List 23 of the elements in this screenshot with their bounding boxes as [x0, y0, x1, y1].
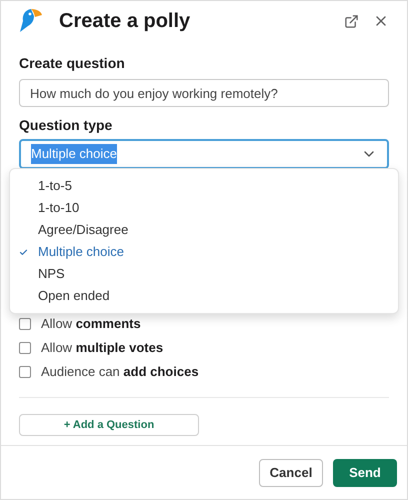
dropdown-option[interactable]: 1-to-5	[10, 175, 398, 197]
dropdown-option[interactable]: Multiple choice	[10, 241, 398, 263]
field-label: Question type	[19, 117, 114, 133]
checkbox-label: Allow comments	[41, 315, 141, 334]
dropdown-option[interactable]: 1-to-10	[10, 197, 398, 219]
add-question-button[interactable]: + Add a Question	[19, 414, 199, 436]
checkbox-label: Audience can add choices	[41, 363, 199, 382]
selected-value: Multiple choice	[31, 144, 117, 164]
parrot-logo-icon	[19, 8, 43, 34]
send-button[interactable]: Send	[333, 458, 397, 486]
checkbox[interactable]	[19, 318, 31, 330]
check-icon	[19, 248, 28, 256]
dropdown-option[interactable]: NPS	[10, 263, 398, 285]
dropdown-option[interactable]: Open ended	[10, 285, 398, 307]
field-label: Create question	[19, 55, 126, 71]
checkbox-label: Allow multiple votes	[41, 339, 164, 358]
dropdown-option[interactable]: Agree/Disagree	[10, 219, 398, 241]
dialog-title: Create a polly	[59, 9, 190, 34]
checkbox[interactable]	[19, 366, 31, 378]
checkbox[interactable]	[19, 342, 31, 354]
cancel-button[interactable]: Cancel	[259, 458, 323, 486]
question-input[interactable]: How much do you enjoy working remotely?	[19, 79, 389, 107]
external-link-icon[interactable]	[344, 14, 359, 28]
